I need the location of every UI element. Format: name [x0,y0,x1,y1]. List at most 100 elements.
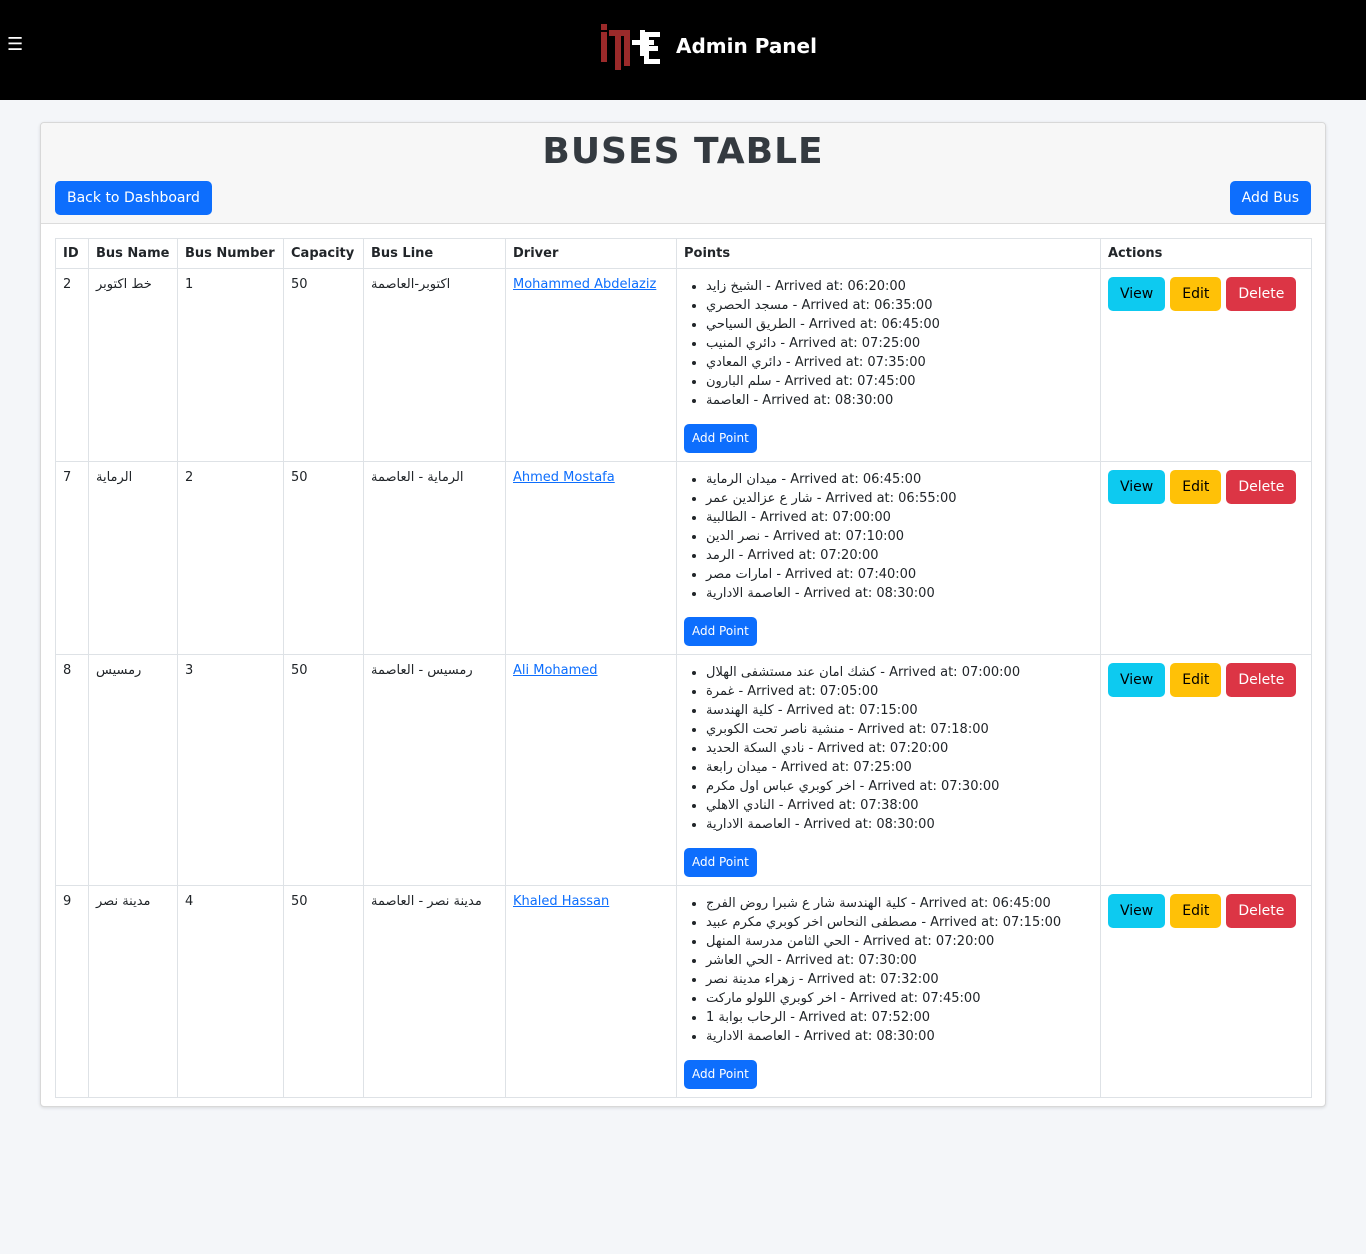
cell-bus-number: 2 [177,461,284,655]
add-point-button[interactable]: Add Point [684,424,757,453]
point-item: نادي السكة الحديد - Arrived at: 07:20:00 [706,739,1093,758]
cell-bus-line: الرماية - العاصمة [363,461,506,655]
add-point-button[interactable]: Add Point [684,1060,757,1089]
cell-actions: View Edit Delete [1100,268,1312,462]
points-list: كلية الهندسة شار ع شبرا روض الفرج - Arri… [684,894,1093,1046]
point-item: الحي الثامن مدرسة المنهل - Arrived at: 0… [706,932,1093,951]
row-actions: View Edit Delete [1108,277,1304,311]
point-item: اخر كوبري اللولو ماركت - Arrived at: 07:… [706,989,1093,1008]
edit-button[interactable]: Edit [1170,277,1222,311]
driver-link[interactable]: Ali Mohamed [513,663,598,678]
bus-line: اكتوبر-العاصمة [371,277,451,292]
brand: Admin Panel [598,20,817,72]
driver-link[interactable]: Mohammed Abdelaziz [513,277,656,292]
driver-link[interactable]: Ahmed Mostafa [513,470,615,485]
buses-table: ID Bus Name Bus Number Capacity Bus Line… [55,238,1312,1098]
bus-name: خط اكتوبر [96,277,152,292]
edit-button[interactable]: Edit [1170,663,1222,697]
bus-name: رمسيس [96,663,142,678]
bus-line: الرماية - العاصمة [371,470,464,485]
cell-bus-name: مدينة نصر [88,885,178,1098]
cell-bus-number: 3 [177,654,284,886]
point-item: الطالبية - Arrived at: 07:00:00 [706,508,1093,527]
delete-button[interactable]: Delete [1226,470,1297,504]
table-row: 7 الرماية 2 50 الرماية - العاصمة Ahmed M… [55,461,1312,655]
driver-link[interactable]: Khaled Hassan [513,894,609,909]
cell-id: 7 [55,461,89,655]
cell-bus-line: رمسيس - العاصمة [363,654,506,886]
points-list: كشك امان عند مستشفى الهلال - Arrived at:… [684,663,1093,834]
cell-points: الشيخ زايد - Arrived at: 06:20:00 مسجد ا… [676,268,1101,462]
view-button[interactable]: View [1108,277,1166,311]
view-button[interactable]: View [1108,470,1166,504]
menu-icon[interactable]: ☰ [7,36,23,54]
view-button[interactable]: View [1108,894,1166,928]
table-row: 2 خط اكتوبر 1 50 اكتوبر-العاصمة Mohammed… [55,268,1312,462]
bus-line: مدينة نصر - العاصمة [371,894,482,909]
point-item: ميدان الرماية - Arrived at: 06:45:00 [706,470,1093,489]
cell-capacity: 50 [283,461,364,655]
column-header-driver: Driver [505,238,677,269]
cell-actions: View Edit Delete [1100,885,1312,1098]
point-item: زهراء مدينة نصر - Arrived at: 07:32:00 [706,970,1093,989]
column-header-bus-number: Bus Number [177,238,284,269]
point-item: سلم البارون - Arrived at: 07:45:00 [706,372,1093,391]
point-item: الطريق السياحي - Arrived at: 06:45:00 [706,315,1093,334]
delete-button[interactable]: Delete [1226,663,1297,697]
point-item: العاصمة - Arrived at: 08:30:00 [706,391,1093,410]
app-title: Admin Panel [676,34,817,58]
edit-button[interactable]: Edit [1170,470,1222,504]
cell-capacity: 50 [283,885,364,1098]
back-to-dashboard-button[interactable]: Back to Dashboard [55,181,212,215]
cell-id: 2 [55,268,89,462]
cell-driver: Khaled Hassan [505,885,677,1098]
point-item: الرمد - Arrived at: 07:20:00 [706,546,1093,565]
add-point-button[interactable]: Add Point [684,848,757,877]
cell-points: كشك امان عند مستشفى الهلال - Arrived at:… [676,654,1101,886]
cell-points: كلية الهندسة شار ع شبرا روض الفرج - Arri… [676,885,1101,1098]
iti-logo [601,24,660,70]
buses-card: BUSES TABLE Back to Dashboard Add Bus ID… [40,122,1326,1107]
card-header: BUSES TABLE Back to Dashboard Add Bus [41,123,1325,224]
point-item: كلية الهندسة شار ع شبرا روض الفرج - Arri… [706,894,1093,913]
point-item: دائري المعادي - Arrived at: 07:35:00 [706,353,1093,372]
point-item: دائري المنيب - Arrived at: 07:25:00 [706,334,1093,353]
cell-actions: View Edit Delete [1100,461,1312,655]
cell-actions: View Edit Delete [1100,654,1312,886]
row-actions: View Edit Delete [1108,470,1304,504]
points-list: الشيخ زايد - Arrived at: 06:20:00 مسجد ا… [684,277,1093,410]
column-header-bus-name: Bus Name [88,238,178,269]
point-item: العاصمة الادارية - Arrived at: 08:30:00 [706,584,1093,603]
edit-button[interactable]: Edit [1170,894,1222,928]
delete-button[interactable]: Delete [1226,894,1297,928]
points-list: ميدان الرماية - Arrived at: 06:45:00 شار… [684,470,1093,603]
cell-id: 9 [55,885,89,1098]
cell-driver: Mohammed Abdelaziz [505,268,677,462]
point-item: العاصمة الادارية - Arrived at: 08:30:00 [706,1027,1093,1046]
table-header-row: ID Bus Name Bus Number Capacity Bus Line… [55,238,1312,269]
point-item: الحي العاشر - Arrived at: 07:30:00 [706,951,1093,970]
add-point-button[interactable]: Add Point [684,617,757,646]
cell-id: 8 [55,654,89,886]
page-title: BUSES TABLE [542,131,824,172]
bus-line: رمسيس - العاصمة [371,663,473,678]
add-bus-button[interactable]: Add Bus [1229,181,1311,215]
point-item: مسجد الحصري - Arrived at: 06:35:00 [706,296,1093,315]
column-header-bus-line: Bus Line [363,238,506,269]
cell-bus-name: رمسيس [88,654,178,886]
point-item: مصطفى النحاس اخر كوبري مكرم عبيد - Arriv… [706,913,1093,932]
point-item: الرحاب بوابة 1 - Arrived at: 07:52:00 [706,1008,1093,1027]
delete-button[interactable]: Delete [1226,277,1297,311]
cell-bus-number: 1 [177,268,284,462]
point-item: النادي الاهلي - Arrived at: 07:38:00 [706,796,1093,815]
point-item: كشك امان عند مستشفى الهلال - Arrived at:… [706,663,1093,682]
table-row: 9 مدينة نصر 4 50 مدينة نصر - العاصمة Kha… [55,885,1312,1098]
bus-name: الرماية [96,470,133,485]
point-item: كلية الهندسة - Arrived at: 07:15:00 [706,701,1093,720]
point-item: شار ع عزالدين عمر - Arrived at: 06:55:00 [706,489,1093,508]
view-button[interactable]: View [1108,663,1166,697]
column-header-actions: Actions [1100,238,1312,269]
cell-bus-line: اكتوبر-العاصمة [363,268,506,462]
table-row: 8 رمسيس 3 50 رمسيس - العاصمة Ali Mohamed… [55,654,1312,886]
point-item: ميدان رابعة - Arrived at: 07:25:00 [706,758,1093,777]
